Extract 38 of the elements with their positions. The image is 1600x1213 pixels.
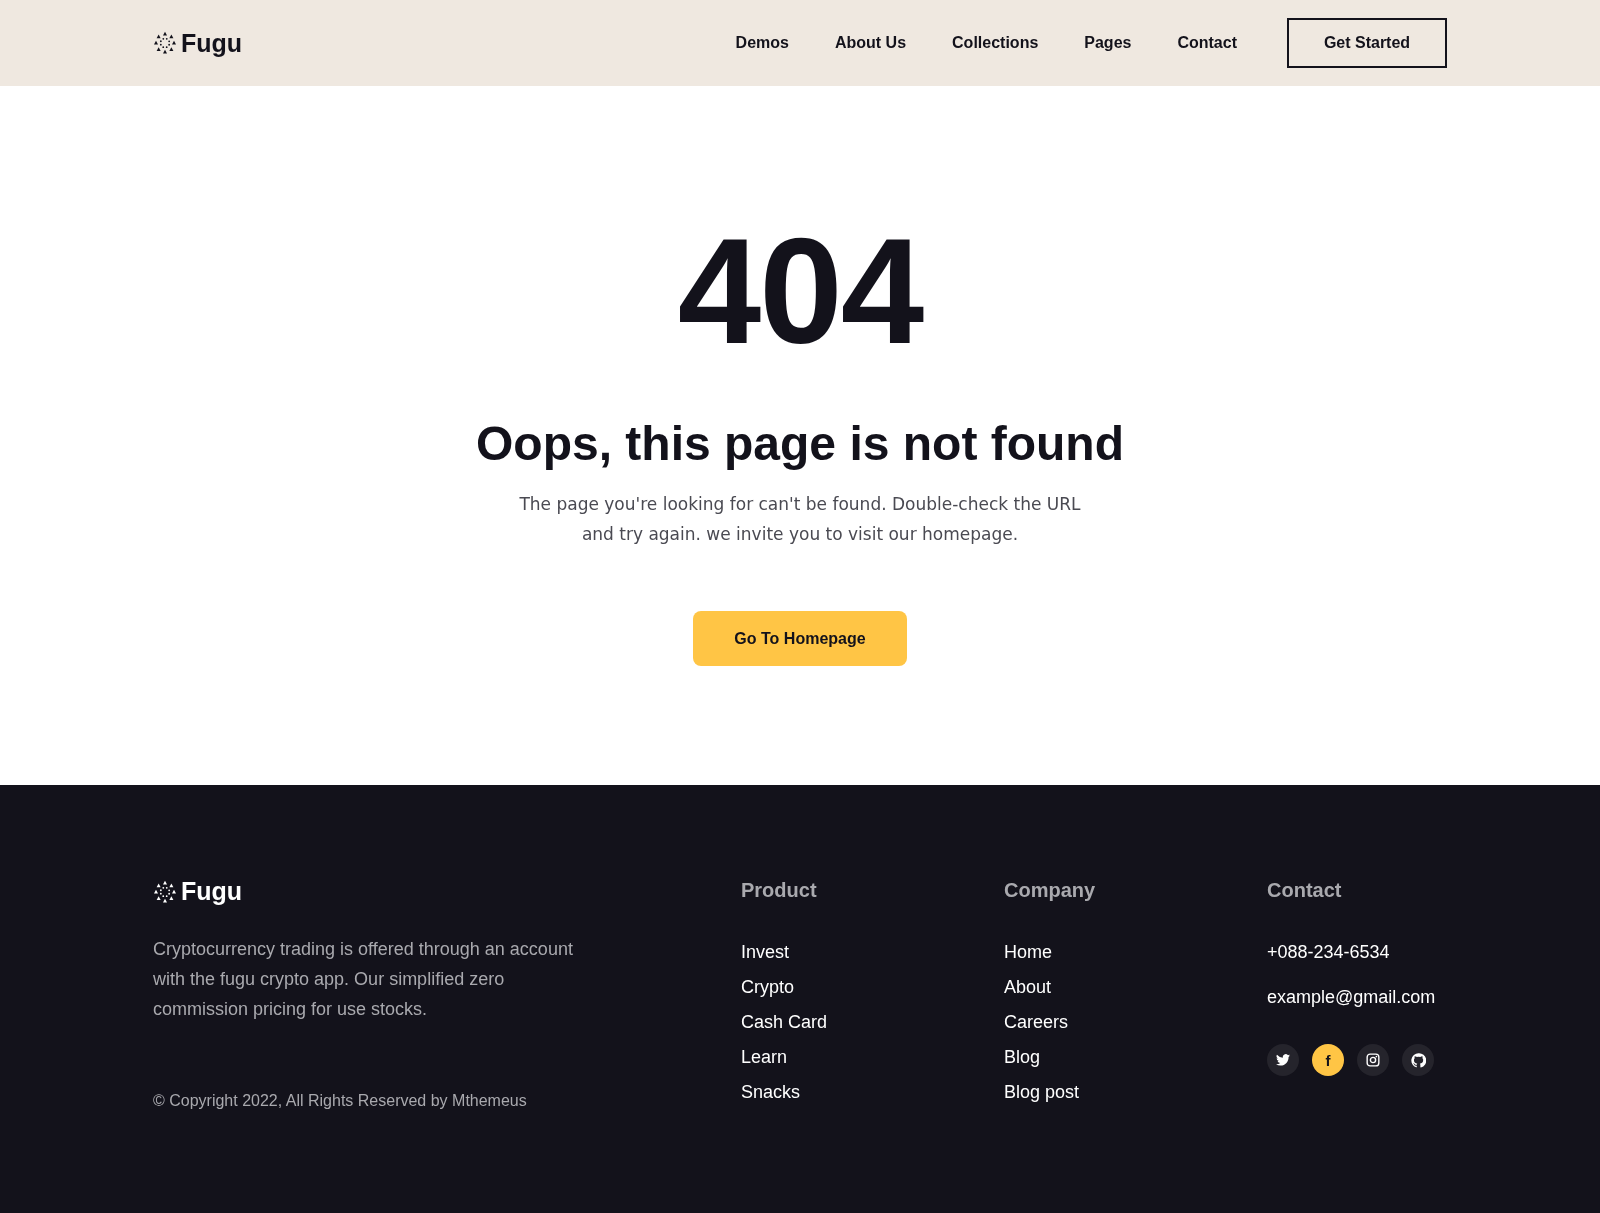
footer-link[interactable]: Blog post	[1004, 1082, 1267, 1103]
footer-link[interactable]: Snacks	[741, 1082, 1004, 1103]
logo-text[interactable]: Fugu	[181, 877, 243, 906]
footer-link[interactable]: About	[1004, 977, 1267, 998]
error-description: The page you're looking for can't be found. Double-check the URL and try again. we invite you to visit our homepage.	[518, 493, 1082, 546]
footer-link[interactable]: Home	[1004, 942, 1267, 963]
column-title: Company	[1004, 879, 1097, 902]
column-title: Contact	[1267, 879, 1343, 902]
logo-text[interactable]: Fugu	[181, 28, 243, 58]
bird-icon	[1276, 1054, 1290, 1066]
footer-link[interactable]: Blog	[1004, 1047, 1267, 1068]
social-button[interactable]	[1402, 1044, 1434, 1076]
nav-link[interactable]: Contact	[1177, 34, 1237, 52]
footer-link[interactable]: Learn	[741, 1047, 1004, 1068]
error-title: Oops, this page is not found	[476, 416, 1124, 471]
error-code: 404	[677, 216, 923, 366]
nav-link[interactable]: Demos	[735, 34, 789, 52]
camera-icon	[1366, 1053, 1380, 1067]
logo-icon	[153, 31, 177, 55]
copyright-text: © Copyright 2022, All Rights Reserved by Mthemeus	[153, 1092, 528, 1110]
footer-link[interactable]: Crypto	[741, 977, 1004, 998]
column-title: Product	[741, 879, 818, 902]
cat-icon	[1410, 1052, 1426, 1068]
get-started-button[interactable]: Get Started	[1287, 18, 1447, 68]
logo-icon	[153, 879, 177, 904]
about-text: Cryptocurrency trading is offered through an account with the fugu crypto app. Our simplified zero commission pricing for use stocks.	[153, 938, 574, 1021]
social-button[interactable]	[1357, 1044, 1389, 1076]
social-button[interactable]	[1267, 1044, 1299, 1076]
email-link[interactable]: example@gmail.com	[1267, 987, 1436, 1008]
phone-link[interactable]: +088-234-6534	[1267, 942, 1436, 963]
nav-link[interactable]: About Us	[834, 34, 907, 52]
nav-link[interactable]: Pages	[1084, 34, 1132, 52]
nav-link[interactable]: Collections	[952, 34, 1039, 52]
homepage-button[interactable]: Go To Homepage	[693, 611, 907, 666]
footer-link[interactable]: Invest	[741, 942, 1004, 963]
footer-link[interactable]: Cash Card	[741, 1012, 1004, 1033]
footer-link[interactable]: Careers	[1004, 1012, 1267, 1033]
social-button[interactable]: f	[1312, 1044, 1344, 1076]
